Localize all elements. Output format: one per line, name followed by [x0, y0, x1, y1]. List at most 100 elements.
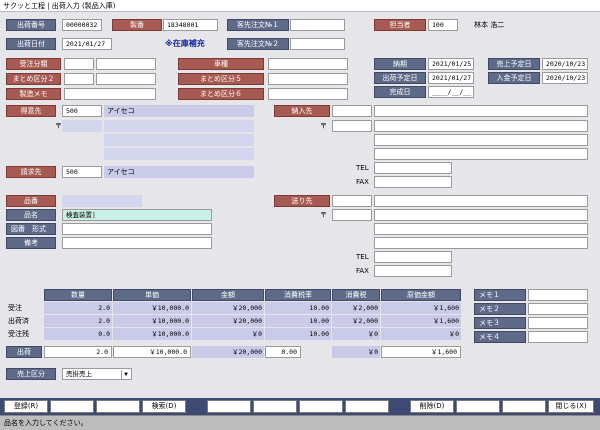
- grid-cell-amount: ￥0: [192, 328, 264, 340]
- customer-code-field[interactable]: 500: [62, 105, 102, 117]
- note-label: 備考: [6, 237, 56, 249]
- memo4-field[interactable]: [528, 331, 588, 343]
- sendto-address2[interactable]: [374, 223, 588, 235]
- delivery-name-field[interactable]: [374, 105, 588, 117]
- vehicle-label: 車種: [178, 58, 264, 70]
- matome2-field[interactable]: [96, 73, 156, 85]
- sendto-fax-field[interactable]: [374, 265, 452, 277]
- function-button-8[interactable]: [345, 400, 389, 413]
- memo4-label: メモ４: [474, 331, 526, 343]
- memo2-label: メモ２: [474, 303, 526, 315]
- sales-plan-field[interactable]: 2020/10/23: [542, 58, 588, 70]
- customer-zip: [62, 120, 102, 132]
- sales-class-select[interactable]: 売掛売上 ▼: [62, 368, 132, 380]
- memo-label: 製造メモ: [6, 88, 61, 100]
- ship-price-field[interactable]: ￥10,000.0: [113, 346, 191, 358]
- matome2-code[interactable]: [64, 73, 94, 85]
- grid-header-tax: 消費税: [332, 289, 380, 301]
- chevron-down-icon: ▼: [121, 370, 130, 379]
- grid-cell-tax: ￥0: [332, 328, 380, 340]
- sendto-address1[interactable]: [374, 209, 588, 221]
- function-button-2[interactable]: [50, 400, 94, 413]
- order-class-label: 受注分類: [6, 58, 61, 70]
- window-title: サクッと工程 | 出荷入力 (製品入庫): [0, 0, 600, 12]
- due-label: 納期: [374, 58, 426, 70]
- ship-date-field[interactable]: 2021/01/27: [62, 38, 112, 50]
- complete-label: 完成日: [374, 86, 426, 98]
- memo3-field[interactable]: [528, 317, 588, 329]
- grid-cell-cost: ￥1,600: [381, 302, 461, 314]
- pay-plan-field[interactable]: 2020/10/23: [542, 72, 588, 84]
- delivery-address2[interactable]: [374, 134, 588, 146]
- function-button-6[interactable]: [253, 400, 297, 413]
- memo1-field[interactable]: [528, 289, 588, 301]
- grid-row-label: 受注: [8, 304, 22, 312]
- staff-name: 林本 浩二: [474, 21, 505, 29]
- status-bar: 品名を入力してください。: [0, 415, 600, 430]
- cust-order2-field[interactable]: [290, 38, 345, 50]
- register-button[interactable]: 登録(R): [4, 400, 48, 413]
- billing-label: 請求先: [6, 166, 56, 178]
- grid-cell-tax-rate: 10.00: [265, 302, 331, 314]
- customer-address1: [104, 120, 254, 132]
- grid-cell-cost: ￥1,600: [381, 315, 461, 327]
- ship-tax: ￥0: [332, 346, 380, 358]
- drawing-field[interactable]: [62, 223, 212, 235]
- function-button-11[interactable]: [502, 400, 546, 413]
- sales-plan-label: 売上予定日: [488, 58, 540, 70]
- ship-plan-field[interactable]: 2021/01/27: [428, 72, 474, 84]
- search-button[interactable]: 検索(D): [142, 400, 186, 413]
- grid-row-label: 出荷済: [8, 317, 29, 325]
- order-class-field[interactable]: [96, 58, 156, 70]
- ship-qty-field[interactable]: 2.0: [44, 346, 112, 358]
- due-field[interactable]: 2021/01/25: [428, 58, 474, 70]
- sendto-zip-field[interactable]: [332, 209, 372, 221]
- sendto-address3[interactable]: [374, 237, 588, 249]
- close-button[interactable]: 閉じる(X): [548, 400, 594, 413]
- grid-header-amount: 金額: [192, 289, 264, 301]
- delivery-address3[interactable]: [374, 148, 588, 160]
- function-button-3[interactable]: [96, 400, 140, 413]
- note-field[interactable]: [62, 237, 212, 249]
- function-button-10[interactable]: [456, 400, 500, 413]
- staff-code-field[interactable]: 100: [428, 19, 458, 31]
- grid-header-tax-rate: 消費税率: [265, 289, 331, 301]
- cust-order1-field[interactable]: [290, 19, 345, 31]
- function-button-7[interactable]: [299, 400, 343, 413]
- product-code-label: 品番: [6, 195, 56, 207]
- delivery-fax-field[interactable]: [374, 176, 452, 188]
- sendto-code-field[interactable]: [332, 195, 372, 207]
- memo1-label: メモ１: [474, 289, 526, 301]
- sendto-tel-field[interactable]: [374, 251, 452, 263]
- billing-code-field[interactable]: 500: [62, 166, 102, 178]
- vehicle-field[interactable]: [268, 58, 348, 70]
- sendto-tel-label: TEL: [356, 253, 369, 261]
- ship-tax-rate-field[interactable]: 0.00: [265, 346, 301, 358]
- memo2-field[interactable]: [528, 303, 588, 315]
- order-class-code[interactable]: [64, 58, 94, 70]
- delivery-zip-field[interactable]: [332, 120, 372, 132]
- billing-name: アイセコ: [104, 166, 254, 178]
- customer-name: アイセコ: [104, 105, 254, 117]
- complete-field[interactable]: ____/__/__: [428, 86, 474, 98]
- function-button-5[interactable]: [207, 400, 251, 413]
- ship-row-label: 出荷: [6, 346, 42, 358]
- delivery-code-field[interactable]: [332, 105, 372, 117]
- product-name-field[interactable]: 検査装置|: [62, 209, 212, 221]
- matome5-field[interactable]: [268, 73, 348, 85]
- ship-cost-field[interactable]: ￥1,600: [381, 346, 461, 358]
- matome6-field[interactable]: [268, 88, 348, 100]
- delivery-address1[interactable]: [374, 120, 588, 132]
- grid-cell-amount: ￥20,000: [192, 315, 264, 327]
- seiban-label: 製番: [112, 19, 162, 31]
- function-key-bar: 登録(R) 検索(D) 削除(D) 閉じる(X): [0, 398, 600, 415]
- memo-field[interactable]: [64, 88, 156, 100]
- seiban-field[interactable]: 18348001: [163, 19, 218, 31]
- delivery-tel-field[interactable]: [374, 162, 452, 174]
- pay-plan-label: 入金予定日: [488, 72, 540, 84]
- delete-button[interactable]: 削除(D): [410, 400, 454, 413]
- sendto-name-field[interactable]: [374, 195, 588, 207]
- grid-row-label: 受注残: [8, 330, 29, 338]
- ship-no-field[interactable]: 00000032: [62, 19, 102, 31]
- sales-class-label: 売上区分: [6, 368, 56, 380]
